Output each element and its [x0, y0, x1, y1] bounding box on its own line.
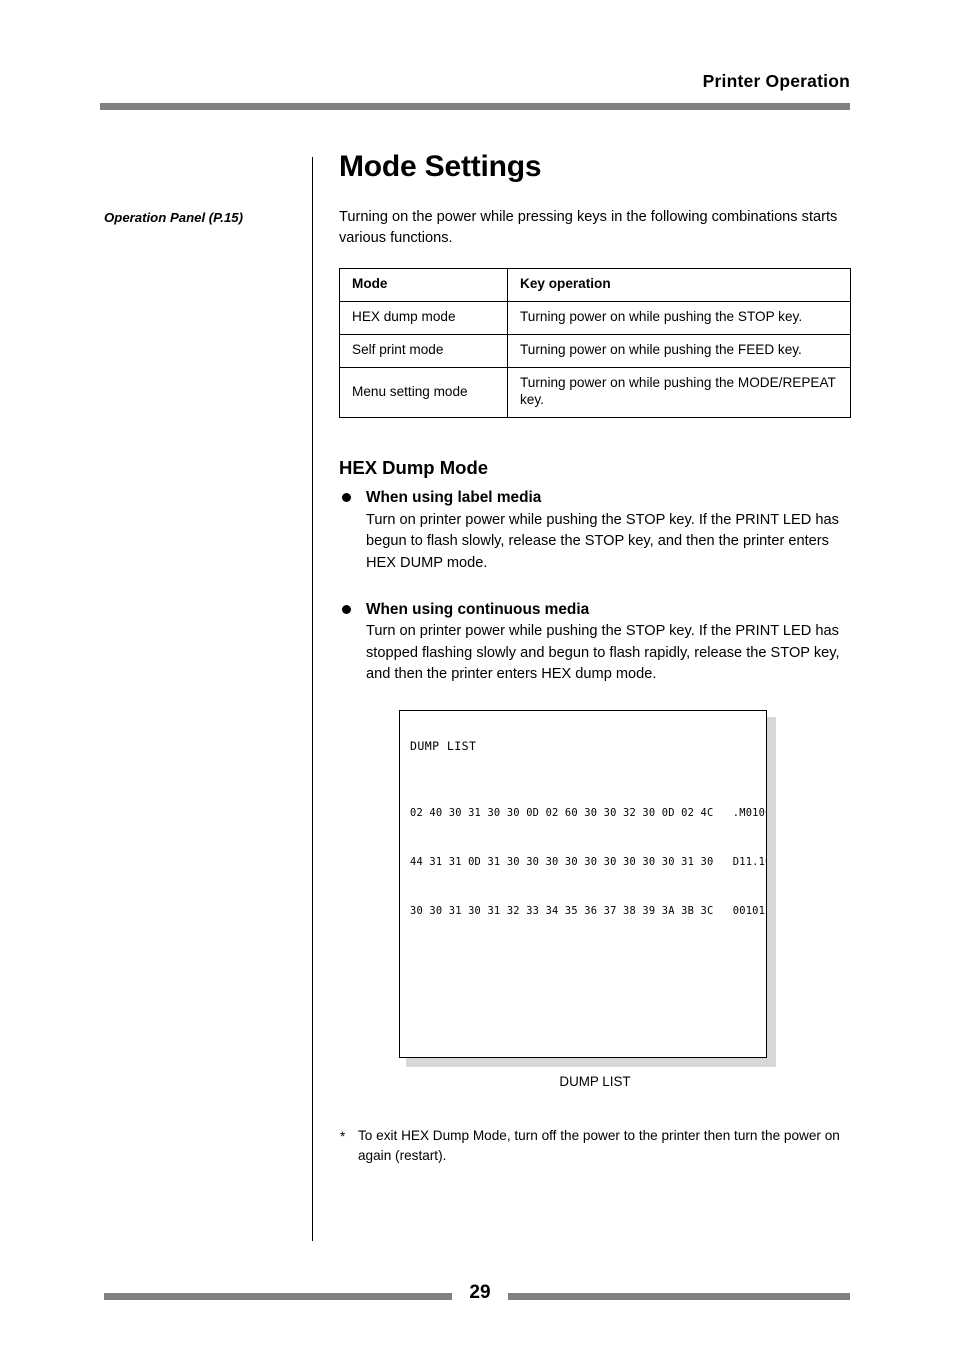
table-header-key-operation: Key operation — [507, 268, 851, 303]
table-row: HEX dump mode Turning power on while pus… — [339, 301, 851, 336]
intro-paragraph: Turning on the power while pressing keys… — [339, 208, 838, 246]
figure-box: DUMP LIST 02 40 30 31 30 30 0D 02 60 30 … — [399, 710, 767, 1058]
margin-note-operation-panel: Operation Panel (P.15) — [104, 210, 244, 225]
main-content-column: Mode Settings Turning on the power while… — [339, 150, 851, 686]
dump-row: 44 31 31 0D 31 30 30 30 30 30 30 30 30 3… — [410, 856, 766, 869]
footer-rule-left — [104, 1293, 452, 1300]
table-header-row: Mode Key operation — [339, 268, 851, 303]
table-cell-key-operation: Turning power on while pushing the MODE/… — [507, 367, 851, 419]
footnote-asterisk: * — [340, 1129, 346, 1144]
footnote: * To exit HEX Dump Mode, turn off the po… — [339, 1126, 851, 1165]
table-cell-mode: Menu setting mode — [339, 367, 508, 419]
table-cell-key-operation: Turning power on while pushing the STOP … — [507, 301, 851, 336]
page-header: Printer Operation — [100, 71, 850, 91]
bullet-title: When using continuous media — [366, 601, 590, 619]
bullet-body: Turn on printer power while pushing the … — [366, 623, 840, 683]
footer-rule-right — [508, 1293, 850, 1300]
table-row: Menu setting mode Turning power on while… — [339, 367, 851, 419]
dump-row: 02 40 30 31 30 30 0D 02 60 30 30 32 30 0… — [410, 807, 766, 820]
dump-list-rows: 02 40 30 31 30 30 0D 02 60 30 30 32 30 0… — [410, 773, 766, 951]
bullet-block-continuous-media: When using continuous media Turn on prin… — [339, 600, 851, 686]
table-cell-mode: HEX dump mode — [339, 301, 508, 336]
mode-key-operation-table: Mode Key operation HEX dump mode Turning… — [339, 268, 851, 419]
table-cell-key-operation: Turning power on while pushing the FEED … — [507, 334, 851, 369]
figure-caption: DUMP LIST — [559, 1074, 631, 1089]
table-cell-mode: Self print mode — [339, 334, 508, 369]
dump-list-figure: DUMP LIST 02 40 30 31 30 30 0D 02 60 30 … — [399, 710, 776, 1067]
bullet-body: Turn on printer power while pushing the … — [366, 511, 839, 571]
dump-row: 30 30 31 30 31 32 33 34 35 36 37 38 39 3… — [410, 904, 766, 917]
page-number: 29 — [469, 1282, 491, 1303]
bullet-block-label-media: When using label media Turn on printer p… — [339, 488, 851, 574]
page-title: Mode Settings — [339, 150, 542, 183]
bullet-marker-icon — [342, 605, 351, 615]
section-heading-hex-dump-mode: HEX Dump Mode — [339, 457, 489, 479]
header-rule — [100, 103, 850, 110]
bullet-title: When using label media — [366, 489, 542, 507]
page-header-title: Printer Operation — [702, 71, 850, 91]
dump-list-heading: DUMP LIST — [410, 739, 477, 753]
footnote-text: To exit HEX Dump Mode, turn off the powe… — [358, 1128, 840, 1163]
table-row: Self print mode Turning power on while p… — [339, 334, 851, 369]
table-header-mode: Mode — [339, 268, 508, 303]
column-divider — [312, 157, 313, 1241]
bullet-marker-icon — [342, 493, 351, 503]
